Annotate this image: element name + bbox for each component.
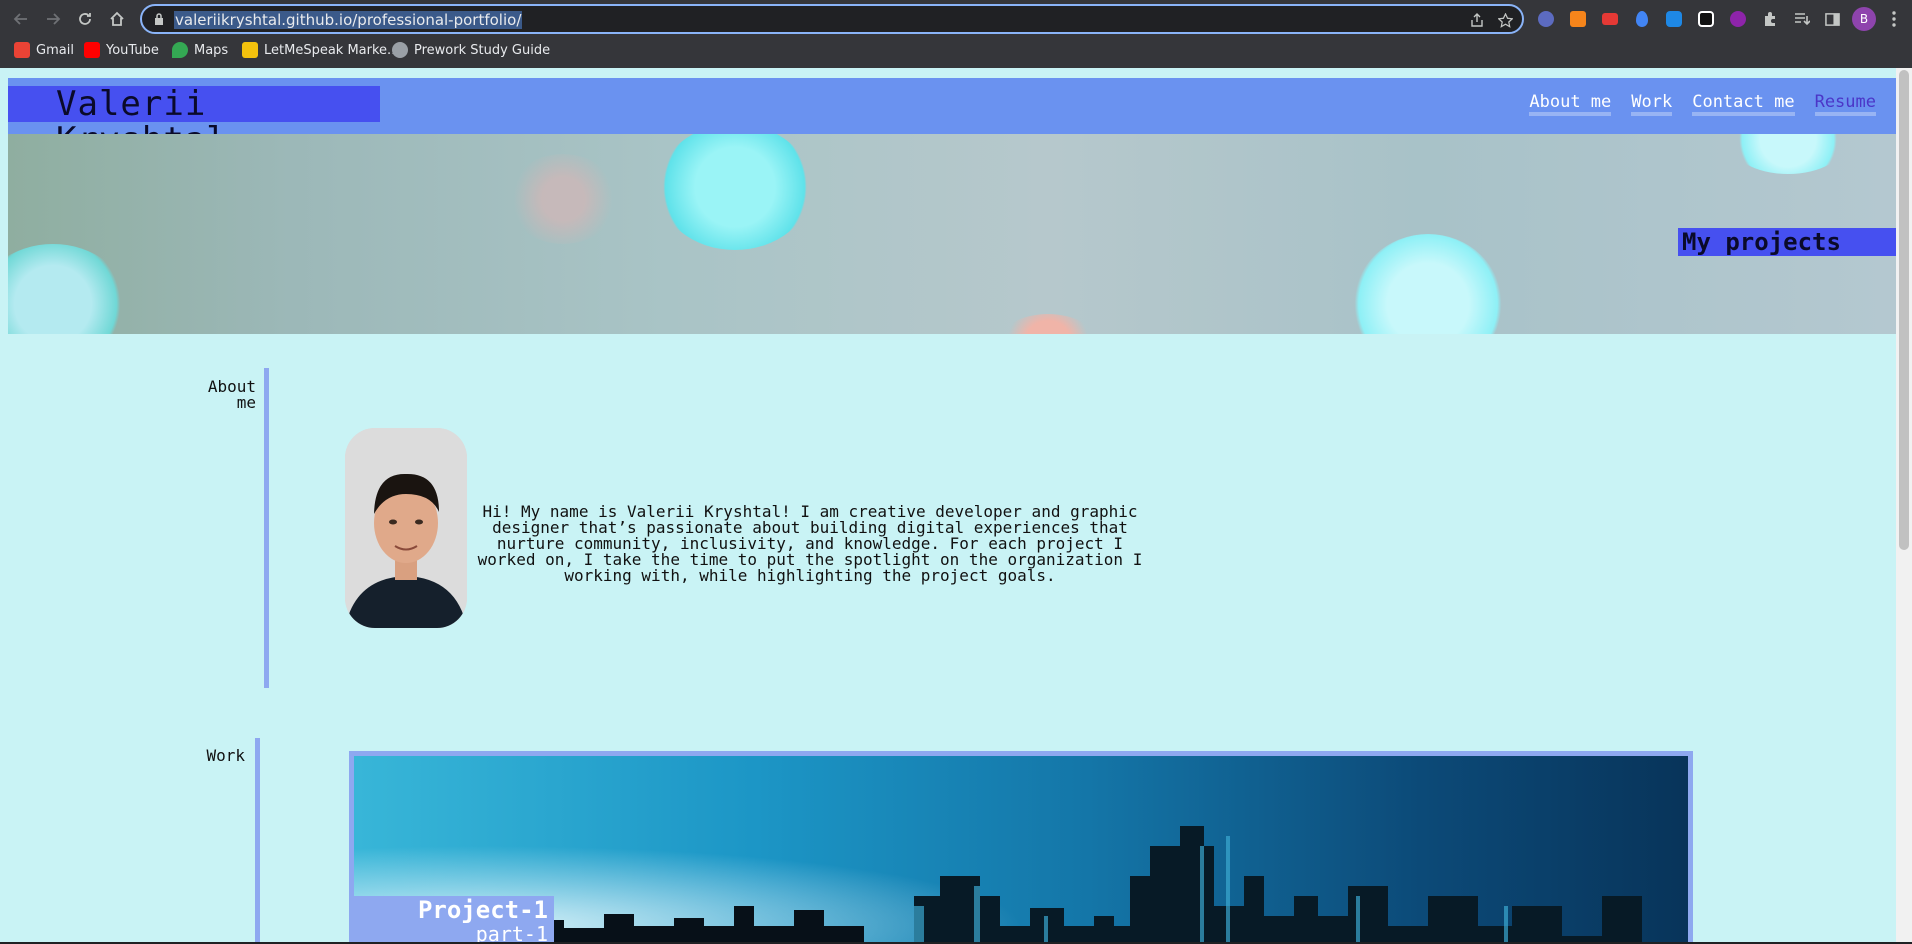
url-text[interactable]: valeriikryshtal.github.io/professional-p… <box>174 11 523 29</box>
puzzle-icon[interactable] <box>1760 9 1780 29</box>
bookmark-gmail[interactable]: Gmail <box>14 40 74 60</box>
nav-resume[interactable]: Resume <box>1814 92 1876 116</box>
project-card[interactable]: Project-1 part-1 <box>349 751 1693 942</box>
reload-icon[interactable] <box>74 8 96 30</box>
bokeh-light <box>658 134 812 250</box>
profile-photo <box>345 428 467 628</box>
browser-chrome: valeriikryshtal.github.io/professional-p… <box>0 0 1912 68</box>
nav-about-me[interactable]: About me <box>1529 92 1612 116</box>
about-divider <box>264 368 269 688</box>
back-icon[interactable] <box>10 8 32 30</box>
work-section-title: Work <box>206 746 245 765</box>
menu-icon[interactable] <box>1884 9 1904 29</box>
about-section-title: About me <box>207 377 256 412</box>
address-bar[interactable]: valeriikryshtal.github.io/professional-p… <box>140 4 1524 34</box>
letmespeak-icon <box>242 42 258 58</box>
extension-icon[interactable] <box>1696 9 1716 29</box>
bookmark-maps[interactable]: Maps <box>172 40 228 60</box>
scrollbar[interactable] <box>1896 68 1912 942</box>
extension-icon[interactable] <box>1728 9 1748 29</box>
side-panel-icon[interactable] <box>1822 9 1842 29</box>
youtube-icon <box>84 42 100 58</box>
page-content: Valerii Kryshtal About me Work Contact m… <box>0 68 1912 942</box>
extension-icon[interactable] <box>1536 9 1556 29</box>
site-title: Valerii Kryshtal <box>8 86 380 158</box>
bokeh-light <box>508 154 618 244</box>
nav-work[interactable]: Work <box>1631 92 1673 116</box>
city-skyline-image <box>354 756 1688 942</box>
hero-label: My projects <box>1678 228 1896 256</box>
bokeh-light <box>998 314 1098 334</box>
bookmark-youtube[interactable]: YouTube <box>84 40 159 60</box>
globe-icon <box>392 42 408 58</box>
forward-icon[interactable] <box>42 8 64 30</box>
hero-banner: My projects <box>8 134 1896 334</box>
extension-icon[interactable] <box>1664 9 1684 29</box>
work-divider <box>255 738 260 942</box>
gmail-icon <box>14 42 30 58</box>
bokeh-light <box>8 244 128 334</box>
lock-icon[interactable] <box>152 12 166 26</box>
project-label: Project-1 part-1 <box>354 896 554 942</box>
extension-icon[interactable] <box>1600 9 1620 29</box>
bookmark-letmespeak[interactable]: LetMeSpeak Marke... <box>242 40 399 60</box>
bokeh-light <box>1728 134 1848 174</box>
maps-icon <box>172 42 188 58</box>
avatar[interactable]: B <box>1852 7 1876 31</box>
bookmark-star-icon[interactable] <box>1496 11 1514 29</box>
home-icon[interactable] <box>106 8 128 30</box>
metamask-icon[interactable] <box>1568 9 1588 29</box>
site-header: Valerii Kryshtal About me Work Contact m… <box>8 78 1896 158</box>
drop-icon[interactable] <box>1632 9 1652 29</box>
reading-list-icon[interactable] <box>1792 9 1812 29</box>
about-paragraph: Hi! My name is Valerii Kryshtal! I am cr… <box>477 502 1143 585</box>
bookmark-prework[interactable]: Prework Study Guide <box>392 40 550 60</box>
scrollbar-thumb[interactable] <box>1899 70 1909 550</box>
site-nav: About me Work Contact me Resume <box>1529 92 1876 116</box>
share-icon[interactable] <box>1468 11 1486 29</box>
project-title[interactable]: Project-1 <box>354 896 548 924</box>
nav-contact-me[interactable]: Contact me <box>1692 92 1795 116</box>
bokeh-light <box>1354 234 1502 334</box>
project-subtitle: part-1 <box>475 922 548 942</box>
